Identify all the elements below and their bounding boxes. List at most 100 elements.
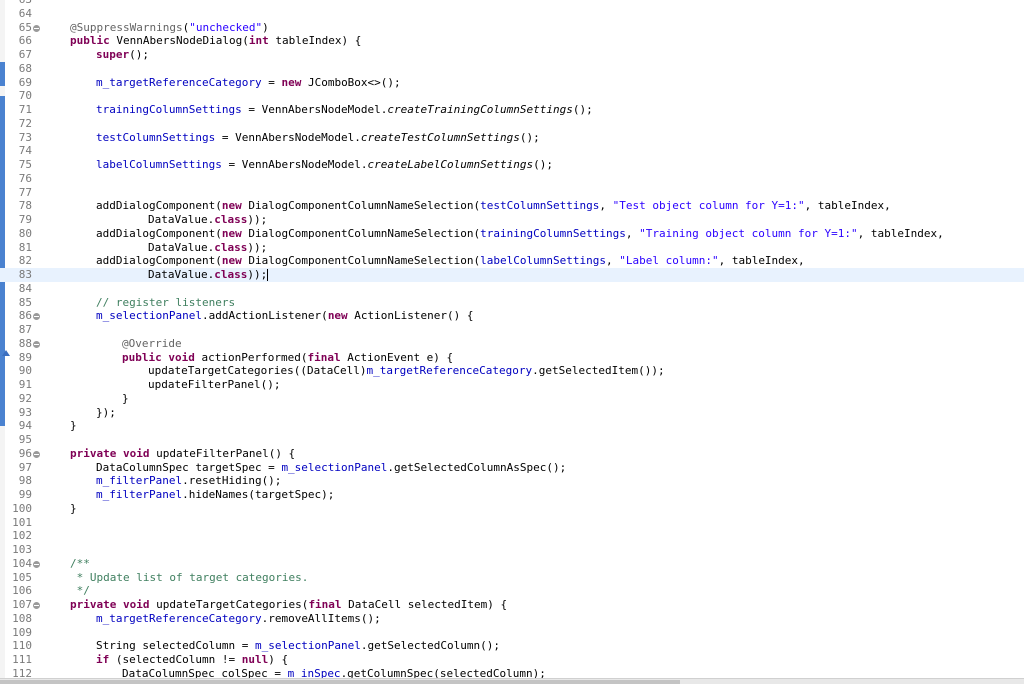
code-line[interactable]: 76 [0,172,1024,186]
code-line[interactable]: 89 public void actionPerformed(final Acti… [0,351,1024,365]
code-line[interactable]: 107 private void updateTargetCategories(f… [0,598,1024,612]
code-line[interactable]: 83 DataValue.class)); [0,268,1024,282]
scrollbar-thumb[interactable] [0,680,680,684]
code-line[interactable]: 86 m_selectionPanel.addActionListener(new… [0,309,1024,323]
code-token: DialogComponentColumnNameSelection( [241,199,481,213]
line-number: 89 [18,350,32,364]
code-token: .hideNames(targetSpec); [182,488,335,501]
code-line[interactable]: 108 m_targetReferenceCategory.removeAllIt… [0,612,1024,626]
code-token: , [599,199,613,213]
line-number: 94 [18,419,32,433]
code-line[interactable]: 99 m_filterPanel.hideNames(targetSpec); [0,488,1024,502]
code-token: labelColumnSettings [480,254,606,268]
code-line[interactable]: 69 m_targetReferenceCategory = new JCombo… [0,76,1024,90]
code-token: private [70,446,117,460]
code-line[interactable]: 81 DataValue.class)); [0,241,1024,255]
code-line[interactable]: 104 /** [0,557,1024,571]
code-text: testColumnSettings = VennAbersNodeModel.… [96,131,540,145]
code-line[interactable]: 66 public VennAbersNodeDialog(int tableIn… [0,34,1024,48]
code-line[interactable]: 87 [0,323,1024,337]
fold-toggle-icon[interactable] [33,602,40,609]
code-text: m_filterPanel.resetHiding(); [96,474,281,488]
code-line[interactable]: 75 labelColumnSettings = VennAbersNodeMod… [0,158,1024,172]
code-line[interactable]: 111 if (selectedColumn != null) { [0,653,1024,667]
code-token: DataValue. [148,268,215,281]
code-line[interactable]: 88 @Override [0,337,1024,351]
code-line[interactable]: 82 addDialogComponent(new DialogComponent… [0,254,1024,268]
code-editor[interactable]: 636465@SuppressWarnings("unchecked")66pu… [0,0,1024,678]
code-token: DialogComponentColumnNameSelection( [241,226,481,240]
code-line[interactable]: 77 [0,186,1024,200]
code-token: (); [129,48,149,61]
code-line[interactable]: 101 [0,516,1024,530]
code-line[interactable]: 92} [0,392,1024,406]
code-line[interactable]: 106 */ [0,584,1024,598]
horizontal-scrollbar[interactable] [0,678,1024,684]
line-number: 90 [18,364,32,378]
code-line[interactable]: 72 [0,117,1024,131]
fold-toggle-icon[interactable] [33,24,40,32]
code-line[interactable]: 70 [0,89,1024,103]
code-line[interactable]: 95 [0,433,1024,447]
code-token: void [168,350,195,364]
code-line[interactable]: 80 addDialogComponent(new DialogComponent… [0,227,1024,241]
fold-toggle-icon[interactable] [33,560,40,568]
line-number: 98 [18,474,32,488]
code-token: } [122,391,129,405]
line-number: 83 [18,268,32,281]
code-line[interactable]: 91 updateFilterPanel(); [0,378,1024,392]
code-line[interactable]: 90 updateTargetCategories((DataCell)m_tar… [0,364,1024,378]
code-line[interactable]: 105 * Update list of target categories. [0,571,1024,585]
code-line[interactable]: 78 addDialogComponent(new DialogComponent… [0,199,1024,213]
code-line[interactable]: 96 private void updateFilterPanel() { [0,447,1024,461]
line-number: 80 [18,226,32,240]
code-token: DataValue. [148,213,215,226]
line-number: 69 [18,75,32,89]
code-line[interactable]: 67 super(); [0,48,1024,62]
code-line[interactable]: 93}); [0,406,1024,420]
fold-toggle-icon[interactable] [33,450,40,458]
code-token: m_targetReferenceCategory [366,364,533,378]
code-line[interactable]: 98 m_filterPanel.resetHiding(); [0,474,1024,488]
code-text: addDialogComponent(new DialogComponentCo… [96,227,944,241]
code-token: .getSelectedColumnAsSpec(); [387,460,567,474]
code-line[interactable]: 73 testColumnSettings = VennAbersNodeMode… [0,131,1024,145]
code-line[interactable]: 100} [0,502,1024,516]
code-token: trainingColumnSettings [480,226,626,240]
code-line[interactable]: 64 [0,7,1024,21]
code-token: class [214,268,248,281]
line-number: 72 [18,116,32,130]
code-token: tableIndex) { [268,34,362,48]
code-line[interactable]: 94} [0,419,1024,433]
code-line[interactable]: 68 [0,62,1024,76]
fold-toggle-icon[interactable] [33,313,40,321]
line-number: 74 [18,144,32,158]
code-line[interactable]: 97 DataColumnSpec targetSpec = m_selectio… [0,461,1024,475]
code-token: void [122,446,150,460]
code-line[interactable]: 110 String selectedColumn = m_selectionPa… [0,639,1024,653]
code-token: = VennAbersNodeModel. [215,130,361,144]
line-number: 73 [18,130,32,144]
line-number: 87 [18,323,32,336]
code-line[interactable]: 85 // register listeners [0,296,1024,310]
code-token: = [261,75,282,89]
code-line[interactable]: 103 [0,543,1024,557]
fold-toggle-icon[interactable] [33,340,40,348]
code-line[interactable]: 109 [0,626,1024,640]
line-number: 79 [18,213,32,226]
code-line[interactable]: 79 DataValue.class)); [0,213,1024,227]
code-line[interactable]: 84 [0,282,1024,296]
code-token: , tableIndex, [857,226,944,240]
code-token: .getSelectedColumn(); [360,639,500,653]
code-text: super(); [96,48,149,62]
code-line[interactable]: 112 DataColumnSpec colSpec = m_inSpec.get… [0,667,1024,678]
code-line[interactable]: 65 @SuppressWarnings("unchecked") [0,21,1024,35]
code-line[interactable]: 71 trainingColumnSettings = VennAbersNode… [0,103,1024,117]
line-number: 92 [18,391,32,405]
code-line[interactable]: 74 [0,144,1024,158]
code-line[interactable]: 102 [0,529,1024,543]
code-text: addDialogComponent(new DialogComponentCo… [96,254,805,268]
code-token: new [221,199,242,213]
